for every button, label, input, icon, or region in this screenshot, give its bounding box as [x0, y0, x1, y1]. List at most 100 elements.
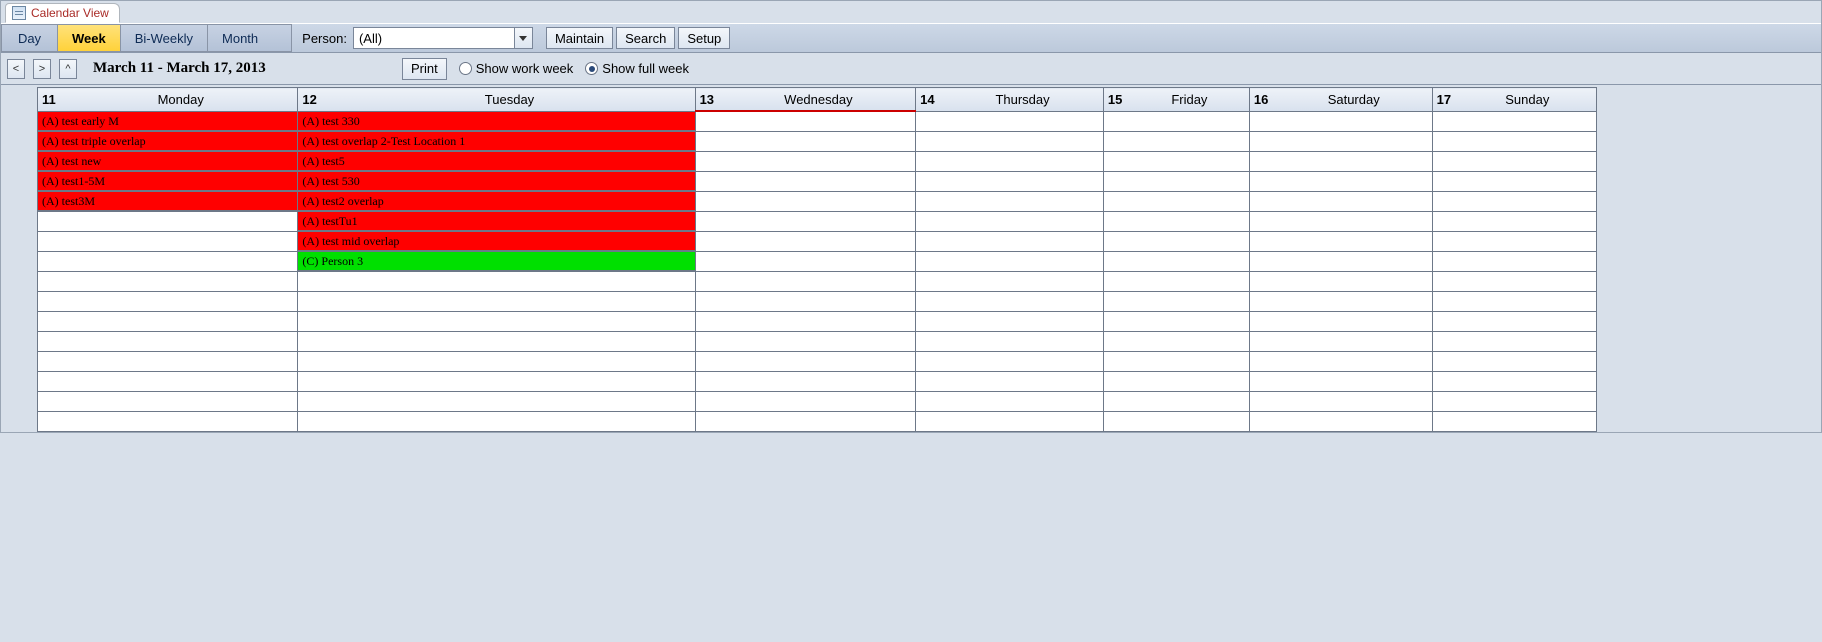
calendar-event[interactable]: (A) test overlap 2-Test Location 1 — [298, 132, 694, 151]
calendar-cell[interactable] — [38, 311, 298, 331]
calendar-cell[interactable] — [1103, 251, 1249, 271]
calendar-cell[interactable]: (A) test early M — [38, 111, 298, 131]
calendar-cell[interactable]: (C) Person 3 — [298, 251, 695, 271]
calendar-cell[interactable] — [1432, 171, 1596, 191]
calendar-cell[interactable] — [1103, 171, 1249, 191]
calendar-cell[interactable] — [695, 291, 916, 311]
calendar-event[interactable]: (A) test3M — [38, 192, 297, 211]
calendar-cell[interactable] — [1249, 211, 1432, 231]
calendar-cell[interactable] — [38, 291, 298, 311]
day-header[interactable]: 12Tuesday — [298, 88, 695, 112]
calendar-view-tab[interactable]: Calendar View — [5, 3, 120, 23]
maintain-button[interactable]: Maintain — [546, 27, 613, 49]
calendar-cell[interactable] — [298, 311, 695, 331]
calendar-cell[interactable] — [1432, 151, 1596, 171]
calendar-cell[interactable] — [38, 331, 298, 351]
calendar-cell[interactable] — [916, 411, 1104, 431]
calendar-cell[interactable] — [1103, 151, 1249, 171]
calendar-cell[interactable] — [38, 371, 298, 391]
calendar-cell[interactable] — [916, 151, 1104, 171]
day-header[interactable]: 14Thursday — [916, 88, 1104, 112]
day-header[interactable]: 11Monday — [38, 88, 298, 112]
calendar-cell[interactable] — [695, 411, 916, 431]
calendar-cell[interactable] — [1249, 411, 1432, 431]
show-work-week-radio[interactable]: Show work week — [459, 61, 574, 76]
calendar-cell[interactable] — [298, 331, 695, 351]
calendar-event[interactable]: (A) test2 overlap — [298, 192, 694, 211]
calendar-cell[interactable] — [1103, 211, 1249, 231]
calendar-cell[interactable] — [695, 351, 916, 371]
view-day-button[interactable]: Day — [1, 24, 57, 52]
calendar-cell[interactable] — [1103, 231, 1249, 251]
calendar-cell[interactable] — [1249, 331, 1432, 351]
calendar-cell[interactable] — [298, 351, 695, 371]
calendar-cell[interactable] — [1103, 191, 1249, 211]
calendar-cell[interactable] — [1432, 291, 1596, 311]
calendar-cell[interactable] — [38, 231, 298, 251]
calendar-cell[interactable] — [1103, 411, 1249, 431]
calendar-cell[interactable] — [695, 131, 916, 151]
calendar-cell[interactable] — [1432, 111, 1596, 131]
calendar-cell[interactable]: (A) test5 — [298, 151, 695, 171]
calendar-cell[interactable] — [298, 271, 695, 291]
calendar-event[interactable]: (C) Person 3 — [298, 252, 694, 271]
calendar-cell[interactable] — [1249, 171, 1432, 191]
calendar-cell[interactable]: (A) test overlap 2-Test Location 1 — [298, 131, 695, 151]
calendar-cell[interactable]: (A) test 330 — [298, 111, 695, 131]
calendar-cell[interactable] — [916, 351, 1104, 371]
calendar-cell[interactable] — [1249, 111, 1432, 131]
calendar-cell[interactable] — [1432, 211, 1596, 231]
calendar-cell[interactable] — [1103, 351, 1249, 371]
calendar-cell[interactable] — [1432, 351, 1596, 371]
calendar-cell[interactable] — [1249, 391, 1432, 411]
calendar-cell[interactable] — [1432, 331, 1596, 351]
calendar-cell[interactable] — [916, 111, 1104, 131]
calendar-cell[interactable] — [298, 391, 695, 411]
calendar-event[interactable]: (A) test triple overlap — [38, 132, 297, 151]
calendar-event[interactable]: (A) testTu1 — [298, 212, 694, 231]
calendar-cell[interactable] — [1432, 131, 1596, 151]
calendar-cell[interactable] — [916, 131, 1104, 151]
calendar-cell[interactable] — [1432, 271, 1596, 291]
calendar-cell[interactable] — [298, 371, 695, 391]
calendar-cell[interactable] — [1103, 371, 1249, 391]
calendar-cell[interactable] — [1249, 231, 1432, 251]
calendar-cell[interactable] — [916, 311, 1104, 331]
day-header[interactable]: 15Friday — [1103, 88, 1249, 112]
calendar-cell[interactable] — [916, 371, 1104, 391]
calendar-event[interactable]: (A) test new — [38, 152, 297, 171]
calendar-cell[interactable] — [1103, 131, 1249, 151]
calendar-event[interactable]: (A) test mid overlap — [298, 232, 694, 251]
next-button[interactable]: > — [33, 59, 51, 79]
calendar-cell[interactable]: (A) test 530 — [298, 171, 695, 191]
calendar-cell[interactable] — [916, 271, 1104, 291]
calendar-cell[interactable] — [1103, 291, 1249, 311]
calendar-event[interactable]: (A) test early M — [38, 112, 297, 131]
person-select[interactable] — [353, 27, 533, 49]
calendar-cell[interactable] — [1432, 391, 1596, 411]
calendar-cell[interactable] — [695, 331, 916, 351]
calendar-cell[interactable] — [695, 311, 916, 331]
calendar-cell[interactable] — [695, 371, 916, 391]
up-button[interactable]: ^ — [59, 59, 77, 79]
print-button[interactable]: Print — [402, 58, 447, 80]
view-biweekly-button[interactable]: Bi-Weekly — [120, 24, 207, 52]
calendar-cell[interactable] — [1249, 291, 1432, 311]
calendar-cell[interactable] — [1103, 331, 1249, 351]
search-button[interactable]: Search — [616, 27, 675, 49]
calendar-event[interactable]: (A) test 330 — [298, 112, 694, 131]
calendar-cell[interactable] — [38, 411, 298, 431]
calendar-cell[interactable] — [298, 411, 695, 431]
calendar-cell[interactable] — [1249, 311, 1432, 331]
calendar-cell[interactable] — [38, 251, 298, 271]
calendar-cell[interactable] — [1249, 151, 1432, 171]
calendar-cell[interactable] — [1249, 351, 1432, 371]
calendar-cell[interactable] — [1103, 111, 1249, 131]
calendar-cell[interactable] — [1249, 371, 1432, 391]
calendar-cell[interactable] — [1432, 191, 1596, 211]
calendar-cell[interactable] — [695, 171, 916, 191]
calendar-cell[interactable]: (A) test triple overlap — [38, 131, 298, 151]
calendar-cell[interactable] — [1432, 311, 1596, 331]
calendar-cell[interactable] — [1103, 391, 1249, 411]
calendar-cell[interactable] — [695, 111, 916, 131]
